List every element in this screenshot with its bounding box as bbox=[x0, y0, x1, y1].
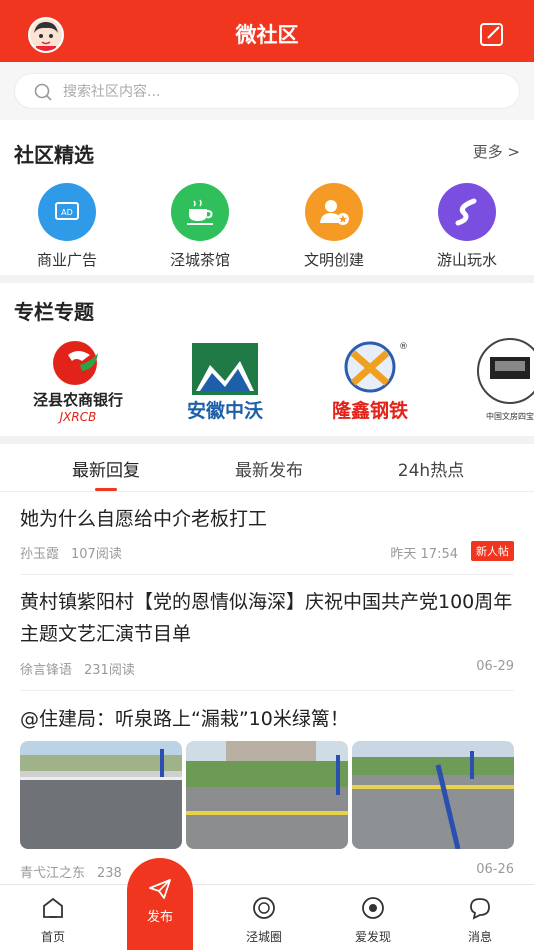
search-box[interactable] bbox=[14, 73, 520, 109]
send-icon bbox=[149, 879, 171, 899]
svg-text:®: ® bbox=[399, 342, 408, 352]
divider bbox=[20, 690, 514, 691]
smile-icon bbox=[253, 897, 275, 919]
post-author[interactable]: 徐言锋语 bbox=[20, 663, 72, 678]
post-author[interactable]: 孙玉霞 bbox=[20, 547, 59, 562]
logo-text: 隆鑫钢铁 bbox=[332, 399, 408, 422]
post-date: 06-29 bbox=[476, 659, 514, 674]
post-item[interactable]: 黄村镇紫阳村【党的恩情似海深】庆祝中国共产党100周年主题文艺汇演节目单 bbox=[20, 586, 514, 650]
river-icon bbox=[438, 183, 496, 241]
logo-jxrcb[interactable]: 泾县农商银行 JXRCB bbox=[20, 335, 140, 425]
tab-latest-reply[interactable]: 最新回复 bbox=[36, 456, 176, 481]
pick-item-ads[interactable]: AD 商业广告 bbox=[17, 183, 117, 270]
app-screen: 微社区 社区精选 更多 > AD 商业广 bbox=[0, 0, 534, 950]
pick-label: 商业广告 bbox=[36, 251, 97, 269]
more-link[interactable]: 更多 > bbox=[473, 141, 520, 162]
post-author[interactable]: 青弋江之东 bbox=[20, 866, 85, 881]
post-meta: 徐言锋语 231阅读 06-29 bbox=[20, 659, 514, 678]
logo-longxin[interactable]: ® 隆鑫钢铁 bbox=[315, 335, 425, 425]
section-title-picks: 社区精选 bbox=[14, 143, 94, 167]
pick-item-civilization[interactable]: 文明创建 bbox=[284, 183, 384, 270]
page-title: 微社区 bbox=[235, 23, 299, 47]
post-title[interactable]: 黄村镇紫阳村【党的恩情似海深】庆祝中国共产党100周年主题文艺汇演节目单 bbox=[20, 586, 514, 650]
home-icon bbox=[43, 897, 63, 918]
feed-tabs: 最新回复 最新发布 24h热点 bbox=[0, 444, 534, 492]
logo-wenfang[interactable]: 中国文房四宝 bbox=[465, 335, 534, 425]
nav-circle[interactable]: 泾城圈 bbox=[224, 895, 304, 945]
post-meta: 青弋江之东 238 06-26 bbox=[20, 862, 514, 881]
compose-icon[interactable] bbox=[478, 20, 506, 48]
post-title[interactable]: @住建局：听泉路上“漏栽”10米绿篱！ bbox=[20, 703, 514, 735]
nav-label: 发布 bbox=[146, 910, 173, 925]
section-title-columns: 专栏专题 bbox=[14, 300, 94, 324]
pick-item-travel[interactable]: 游山玩水 bbox=[417, 183, 517, 270]
nav-discover[interactable]: 爱发现 bbox=[333, 895, 413, 945]
tab-indicator bbox=[95, 488, 117, 491]
divider bbox=[0, 275, 534, 283]
bottom-nav: 首页 泾城圈 爱发现 消息 bbox=[0, 884, 534, 950]
search-icon bbox=[34, 83, 52, 101]
post-date: 06-26 bbox=[476, 862, 514, 877]
post-item[interactable]: @住建局：听泉路上“漏栽”10米绿篱！ bbox=[20, 703, 514, 735]
search-area bbox=[0, 62, 534, 120]
nav-home[interactable]: 首页 bbox=[13, 895, 93, 945]
discover-icon bbox=[362, 897, 384, 919]
top-bar: 微社区 bbox=[0, 0, 534, 62]
pick-item-teahouse[interactable]: 泾城茶馆 bbox=[150, 183, 250, 270]
search-input[interactable] bbox=[63, 79, 483, 105]
nav-label: 爱发现 bbox=[354, 930, 391, 944]
ad-icon: AD bbox=[38, 183, 96, 241]
message-icon bbox=[470, 898, 490, 920]
divider bbox=[0, 436, 534, 444]
new-user-badge: 新人帖 bbox=[471, 541, 514, 561]
teacup-icon bbox=[171, 183, 229, 241]
user-star-icon bbox=[305, 183, 363, 241]
nav-label: 泾城圈 bbox=[245, 930, 282, 944]
nav-label: 消息 bbox=[467, 930, 492, 944]
post-meta: 孙玉霞 107阅读 昨天 17:54 新人帖 bbox=[20, 541, 514, 562]
pick-label: 游山玩水 bbox=[436, 251, 497, 269]
post-views: 238 bbox=[97, 866, 122, 881]
nav-messages[interactable]: 消息 bbox=[440, 895, 520, 945]
post-title[interactable]: 她为什么自愿给中介老板打工 bbox=[20, 503, 514, 535]
logo-text: 中国文房四宝 bbox=[486, 411, 534, 421]
tab-24h-hot[interactable]: 24h热点 bbox=[361, 456, 501, 481]
tab-latest-post[interactable]: 最新发布 bbox=[199, 456, 339, 481]
post-image[interactable] bbox=[186, 741, 348, 849]
post-views: 107阅读 bbox=[71, 547, 122, 562]
svg-text:AD: AD bbox=[61, 208, 73, 217]
post-date: 昨天 17:54 bbox=[390, 547, 458, 562]
publish-button[interactable]: 发布 bbox=[127, 858, 193, 950]
pick-label: 泾城茶馆 bbox=[169, 251, 230, 269]
post-image[interactable] bbox=[352, 741, 514, 849]
logo-text: 安徽中沃 bbox=[187, 399, 263, 422]
logo-text: 泾县农商银行 bbox=[33, 391, 123, 409]
logo-subtext: JXRCB bbox=[58, 410, 97, 424]
pick-label: 文明创建 bbox=[303, 251, 364, 269]
post-views: 231阅读 bbox=[84, 663, 135, 678]
nav-label: 首页 bbox=[40, 930, 65, 944]
post-item[interactable]: 她为什么自愿给中介老板打工 bbox=[20, 503, 514, 535]
logo-zhongwo[interactable]: 安徽中沃 bbox=[170, 335, 280, 425]
picks-grid: AD 商业广告 泾城茶馆 文明创建 游山玩水 bbox=[0, 183, 534, 273]
divider bbox=[20, 574, 514, 575]
post-image[interactable] bbox=[20, 741, 182, 849]
